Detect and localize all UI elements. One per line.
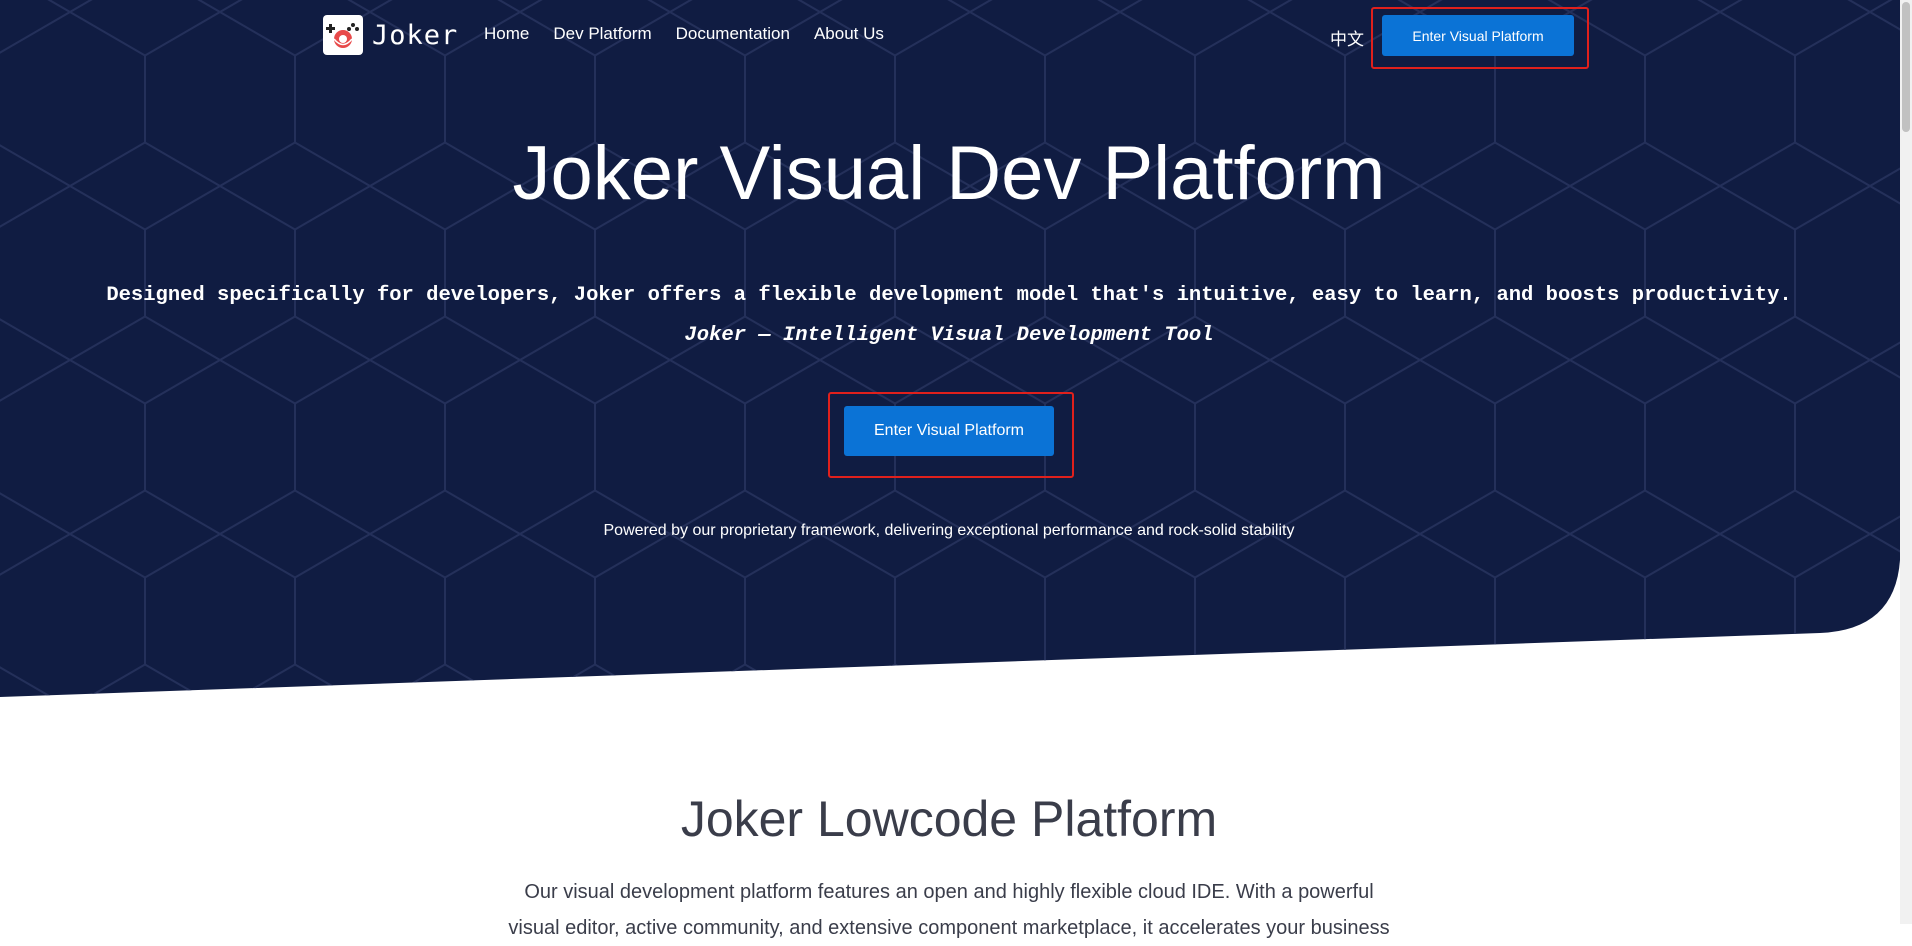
site-header: Joker Home Dev Platform Documentation Ab… [0,0,1900,72]
language-switch[interactable]: 中文 [1330,25,1364,50]
nav-home[interactable]: Home [484,24,529,44]
nav-about-us[interactable]: About Us [814,24,884,44]
hero-background [0,0,1912,700]
hero-tagline: Joker — Intelligent Visual Development T… [684,324,1214,347]
nav-dev-platform[interactable]: Dev Platform [553,24,651,44]
page-scrollbar[interactable] [1900,0,1912,924]
enter-platform-button-hero[interactable]: Enter Visual Platform [844,406,1054,456]
logo[interactable]: Joker [323,15,458,55]
scrollbar-thumb[interactable] [1902,2,1910,132]
hero-note: Powered by our proprietary framework, de… [603,522,1295,539]
main-nav: Home Dev Platform Documentation About Us [484,24,884,44]
hero-description: Designed specifically for developers, Jo… [106,284,1792,307]
section-text: Our visual development platform features… [508,881,1390,939]
section-title: Joker Lowcode Platform [680,791,1218,847]
logo-text: Joker [372,19,459,51]
nav-documentation[interactable]: Documentation [676,24,790,44]
joker-logo-icon [323,15,363,55]
enter-platform-button-header[interactable]: Enter Visual Platform [1382,15,1574,56]
hero-title: Joker Visual Dev Platform [512,131,1386,216]
